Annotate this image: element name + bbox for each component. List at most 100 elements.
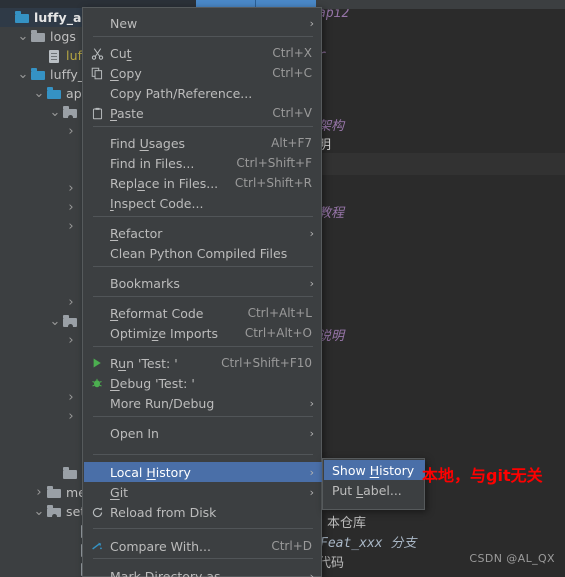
- menu-item-label: Clean Python Compiled Files: [110, 245, 288, 261]
- menu-item-label: Reload from Disk: [110, 504, 217, 520]
- tree-item-label: logs: [50, 29, 76, 44]
- menu-item-local-history[interactable]: Local History ›: [84, 462, 322, 482]
- folder-icon: [62, 105, 78, 121]
- pycharm-window: api2r架构明教程说明本仓库Feat_xxx 分支代码 luffy_api⌄l…: [0, 0, 565, 577]
- menu-separator: [93, 558, 313, 559]
- menu-item-label: New: [110, 15, 138, 31]
- folder-icon: [14, 10, 30, 26]
- copy-icon: [84, 67, 110, 80]
- diff-icon: [84, 540, 110, 553]
- chevron-right-icon[interactable]: ›: [64, 217, 78, 236]
- chevron-right-icon: ›: [309, 226, 314, 240]
- menu-item-debug-test[interactable]: Debug 'Test: ': [84, 373, 322, 393]
- chevron-right-icon[interactable]: ›: [64, 388, 78, 407]
- folder-icon: [62, 466, 78, 482]
- menu-item-label: Find Usages: [110, 135, 186, 151]
- menu-separator: [93, 216, 313, 217]
- menu-item-shortcut: Ctrl+D: [271, 539, 312, 553]
- editor-text-line: Feat_xxx 分支: [320, 536, 417, 551]
- chevron-down-icon[interactable]: ⌄: [16, 67, 30, 82]
- menu-item-more-run-debug[interactable]: More Run/Debug ›: [84, 393, 322, 413]
- submenu-item-label: Show History: [332, 462, 415, 478]
- menu-item-shortcut: Ctrl+V: [272, 106, 312, 120]
- menu-item-label: Open In: [110, 425, 159, 441]
- chevron-down-icon[interactable]: ⌄: [16, 29, 30, 44]
- chevron-right-icon: ›: [309, 276, 314, 290]
- reload-icon: [84, 506, 110, 519]
- menu-item-copy-path-reference[interactable]: Copy Path/Reference...: [84, 83, 322, 103]
- menu-item-label: Cut: [110, 45, 132, 61]
- chevron-right-icon[interactable]: ›: [64, 293, 78, 312]
- menu-item-label: Inspect Code...: [110, 195, 204, 211]
- menu-item-label: Copy Path/Reference...: [110, 85, 253, 101]
- menu-item-label: Refactor: [110, 225, 163, 241]
- menu-item-clean-python-compiled-files[interactable]: Clean Python Compiled Files: [84, 243, 322, 263]
- editor-highlight-band: [320, 153, 565, 175]
- chevron-right-icon[interactable]: ›: [64, 198, 78, 217]
- red-annotation-text: 本地，与git无关: [422, 466, 543, 485]
- menu-item-optimize-imports[interactable]: Optimize Imports Ctrl+Alt+O: [84, 323, 322, 343]
- menu-item-find-usages[interactable]: Find Usages Alt+F7: [84, 133, 322, 153]
- context-menu[interactable]: New › Cut Ctrl+X Copy Ctrl+C Copy Path/Referen…: [82, 7, 322, 577]
- menu-item-reload-from-disk[interactable]: Reload from Disk: [84, 502, 322, 522]
- chevron-right-icon[interactable]: ›: [64, 331, 78, 350]
- chevron-right-icon[interactable]: ›: [64, 407, 78, 426]
- chevron-right-icon[interactable]: ›: [32, 483, 46, 502]
- menu-item-label: Paste: [110, 105, 144, 121]
- menu-item-bookmarks[interactable]: Bookmarks ›: [84, 273, 322, 293]
- menu-item-reformat-code[interactable]: Reformat Code Ctrl+Alt+L: [84, 303, 322, 323]
- folder-icon: [46, 86, 62, 102]
- menu-item-compare-with[interactable]: Compare With... Ctrl+D: [84, 536, 322, 556]
- folder-icon: [30, 67, 46, 83]
- menu-item-shortcut: Ctrl+Alt+O: [244, 326, 312, 340]
- menu-item-open-in[interactable]: Open In ›: [84, 423, 322, 443]
- menu-item-label: Debug 'Test: ': [110, 375, 195, 391]
- menu-item-copy[interactable]: Copy Ctrl+C: [84, 63, 322, 83]
- csdn-watermark: CSDN @AL_QX: [469, 552, 555, 565]
- menu-item-shortcut: Ctrl+X: [272, 46, 312, 60]
- menu-separator: [93, 126, 313, 127]
- chevron-right-icon: ›: [309, 569, 314, 577]
- submenu-item-label: Put Label...: [332, 482, 402, 498]
- chevron-down-icon[interactable]: ⌄: [48, 105, 62, 120]
- menu-item-cut[interactable]: Cut Ctrl+X: [84, 43, 322, 63]
- menu-item-label: Bookmarks: [110, 275, 180, 291]
- menu-item-shortcut: Ctrl+Shift+F: [236, 156, 312, 170]
- menu-item-shortcut: Ctrl+C: [272, 66, 312, 80]
- chevron-right-icon[interactable]: ›: [64, 122, 78, 141]
- menu-item-label: Copy: [110, 65, 142, 81]
- chevron-right-icon[interactable]: ›: [64, 179, 78, 198]
- chevron-down-icon[interactable]: ⌄: [32, 86, 46, 101]
- chevron-right-icon: ›: [309, 396, 314, 410]
- menu-item-mark-directory-as[interactable]: Mark Directory as ›: [84, 566, 322, 577]
- menu-item-label: Optimize Imports: [110, 325, 219, 341]
- chevron-down-icon[interactable]: ⌄: [32, 504, 46, 519]
- menu-item-find-in-files[interactable]: Find in Files... Ctrl+Shift+F: [84, 153, 322, 173]
- submenu-item-show-history[interactable]: Show History: [324, 460, 425, 480]
- menu-item-paste[interactable]: Paste Ctrl+V: [84, 103, 322, 123]
- run-icon: [84, 357, 110, 369]
- menu-separator: [93, 36, 313, 37]
- chevron-down-icon[interactable]: ⌄: [48, 314, 62, 329]
- menu-item-inspect-code[interactable]: Inspect Code...: [84, 193, 322, 213]
- menu-item-label: Find in Files...: [110, 155, 195, 171]
- menu-item-shortcut: Alt+F7: [271, 136, 312, 150]
- menu-item-shortcut: Ctrl+Shift+F10: [221, 356, 312, 370]
- folder-icon: [30, 29, 46, 45]
- folder-icon: [62, 314, 78, 330]
- menu-separator: [93, 454, 313, 455]
- menu-separator: [93, 296, 313, 297]
- local-history-submenu[interactable]: Show History Put Label...: [322, 458, 425, 510]
- menu-item-refactor[interactable]: Refactor ›: [84, 223, 322, 243]
- menu-item-replace-in-files[interactable]: Replace in Files... Ctrl+Shift+R: [84, 173, 322, 193]
- menu-item-run-test[interactable]: Run 'Test: ' Ctrl+Shift+F10: [84, 353, 322, 373]
- menu-separator: [93, 528, 313, 529]
- menu-item-label: Reformat Code: [110, 305, 204, 321]
- menu-item-new[interactable]: New ›: [84, 13, 322, 33]
- cut-icon: [84, 47, 110, 60]
- submenu-item-put-label[interactable]: Put Label...: [324, 480, 425, 500]
- menu-item-label: Replace in Files...: [110, 175, 219, 191]
- menu-item-git[interactable]: Git ›: [84, 482, 322, 502]
- menu-separator: [93, 416, 313, 417]
- menu-separator: [93, 266, 313, 267]
